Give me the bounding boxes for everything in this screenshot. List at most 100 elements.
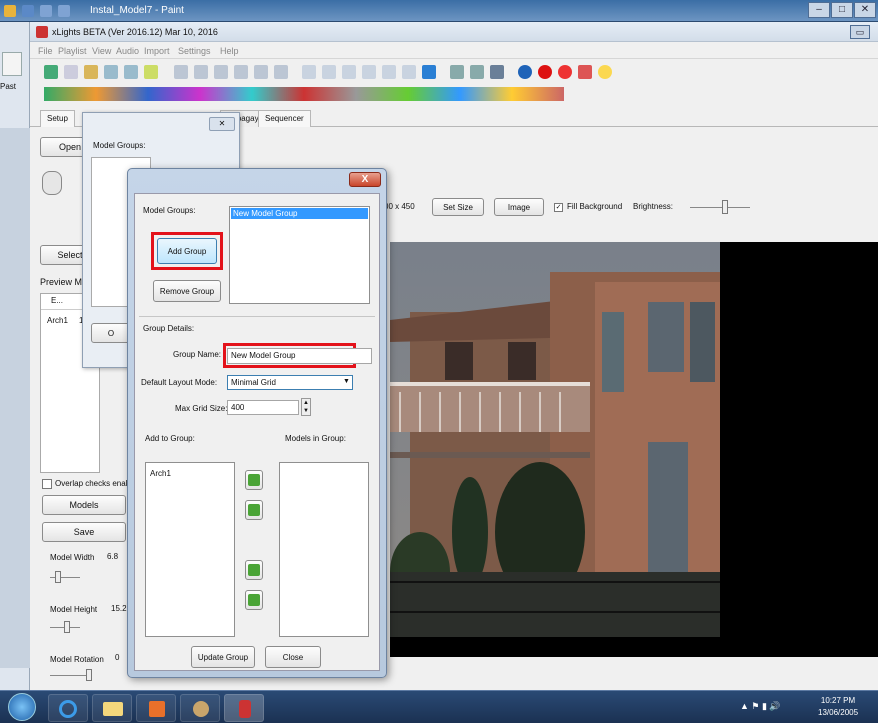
back-dialog-ok-button[interactable]: O (91, 323, 131, 343)
redo-icon[interactable] (58, 5, 70, 17)
menu-file[interactable]: File (38, 46, 53, 56)
effect-e-icon[interactable] (382, 65, 396, 79)
overlap-checkbox[interactable] (42, 479, 52, 489)
preview-size-label: 00 x 450 (384, 202, 415, 211)
list-item-name[interactable]: Arch1 (47, 316, 68, 325)
paste-icon[interactable] (2, 52, 22, 76)
model-rotation-slider-thumb[interactable] (86, 669, 92, 681)
layout-preview-canvas[interactable] (390, 242, 878, 657)
new-file-icon[interactable] (64, 65, 78, 79)
menu-playlist[interactable]: Playlist (58, 46, 87, 56)
divider (139, 316, 375, 317)
model-rotation-value[interactable]: 0 (112, 651, 128, 665)
model-groups-list[interactable]: New Model Group (229, 206, 370, 304)
save-as-icon[interactable] (124, 65, 138, 79)
color-icon[interactable] (422, 65, 436, 79)
models-button[interactable]: Models (42, 495, 126, 515)
stop-sign-icon[interactable] (538, 65, 552, 79)
system-clock[interactable]: 10:27 PM 13/06/2005 (818, 695, 858, 719)
taskbar-xlights[interactable] (224, 694, 264, 722)
zoom-out-icon[interactable] (470, 65, 484, 79)
image-button[interactable]: Image (494, 198, 544, 216)
dialog-close-button[interactable]: X (349, 172, 381, 187)
start-button[interactable] (8, 693, 36, 721)
lightbulb-icon[interactable] (598, 65, 612, 79)
save-icon[interactable] (22, 5, 34, 17)
tray-icons[interactable]: ▲ ⚑ ▮ 🔊 (740, 701, 781, 712)
brightness-slider-thumb[interactable] (722, 200, 728, 214)
menu-help[interactable]: Help (220, 46, 239, 56)
tab-setup[interactable]: Setup (40, 110, 75, 127)
menu-view[interactable]: View (92, 46, 111, 56)
menu-bar: File Playlist View Audio Import Settings… (30, 42, 878, 59)
house-background-image (390, 242, 720, 637)
effect-a-icon[interactable] (302, 65, 316, 79)
model-rotation-slider[interactable] (50, 675, 90, 676)
info-icon[interactable] (518, 65, 532, 79)
effect-c-icon[interactable] (342, 65, 356, 79)
paint-maximize-button[interactable]: □ (831, 2, 853, 18)
update-group-button[interactable]: Update Group (191, 646, 255, 668)
max-grid-stepper[interactable]: ▲ ▼ (301, 398, 311, 416)
tab-sequencer[interactable]: Sequencer (258, 110, 311, 127)
gear-icon[interactable] (490, 65, 504, 79)
repeat-icon[interactable] (274, 65, 288, 79)
save-toolbar-icon[interactable] (104, 65, 118, 79)
toggle-icon[interactable] (42, 171, 62, 195)
taskbar-media-player[interactable] (180, 694, 220, 722)
remove-group-button[interactable]: Remove Group (153, 280, 221, 302)
paint-minimize-button[interactable]: – (808, 2, 830, 18)
ban-icon[interactable] (558, 65, 572, 79)
effect-d-icon[interactable] (362, 65, 376, 79)
add-group-button[interactable]: Add Group (157, 238, 217, 264)
add-to-group-label: Add to Group: (145, 434, 195, 443)
menu-audio[interactable]: Audio (116, 46, 139, 56)
paint-icon (4, 5, 16, 17)
layout-mode-select[interactable]: Minimal Grid (227, 375, 353, 390)
effect-f-icon[interactable] (402, 65, 416, 79)
add-to-group-arrow-button[interactable] (245, 470, 263, 490)
model-width-value[interactable]: 6.8 (104, 550, 128, 564)
undo-icon[interactable] (40, 5, 52, 17)
stop-icon[interactable] (214, 65, 228, 79)
open-folder-icon[interactable] (84, 65, 98, 79)
move-down-button[interactable] (245, 590, 263, 610)
effects-x-icon[interactable] (578, 65, 592, 79)
fill-background-checkbox[interactable]: ✓ (554, 203, 563, 212)
chevron-down-icon[interactable]: ▼ (343, 378, 350, 385)
pause-icon[interactable] (194, 65, 208, 79)
new-sequence-icon[interactable] (44, 65, 58, 79)
list-item[interactable]: Arch1 (150, 469, 171, 478)
save-button[interactable]: Save (42, 522, 126, 542)
available-models-list[interactable]: Arch1 (145, 462, 235, 637)
effect-b-icon[interactable] (322, 65, 336, 79)
xlights-restore-button[interactable]: ▭ (850, 25, 870, 39)
group-name-input[interactable]: New Model Group (227, 348, 372, 364)
model-height-slider-thumb[interactable] (64, 621, 70, 633)
paint-close-button[interactable]: ✕ (854, 2, 876, 18)
set-size-button[interactable]: Set Size (432, 198, 484, 216)
list-item-selected[interactable]: New Model Group (231, 208, 368, 219)
effect-palette-strip[interactable] (44, 87, 564, 101)
models-in-group-list[interactable] (279, 462, 369, 637)
remove-from-group-arrow-button[interactable] (245, 500, 263, 520)
rewind-icon[interactable] (234, 65, 248, 79)
taskbar-internet-explorer[interactable] (48, 694, 88, 722)
play-icon[interactable] (174, 65, 188, 79)
arrow-right-icon (248, 474, 260, 486)
menu-settings[interactable]: Settings (178, 46, 211, 56)
taskbar-explorer[interactable] (92, 694, 132, 722)
max-grid-input[interactable]: 400 (227, 400, 299, 415)
move-up-button[interactable] (245, 560, 263, 580)
back-dialog-close-button[interactable]: ✕ (209, 117, 235, 131)
close-button[interactable]: Close (265, 646, 321, 668)
model-width-label: Model Width (50, 553, 95, 562)
render-icon[interactable] (144, 65, 158, 79)
menu-import[interactable]: Import (144, 46, 170, 56)
forward-icon[interactable] (254, 65, 268, 79)
zoom-in-icon[interactable] (450, 65, 464, 79)
model-width-slider-thumb[interactable] (55, 571, 61, 583)
taskbar-office[interactable] (136, 694, 176, 722)
brightness-slider[interactable] (690, 207, 750, 208)
group-name-label: Group Name: (173, 350, 222, 359)
